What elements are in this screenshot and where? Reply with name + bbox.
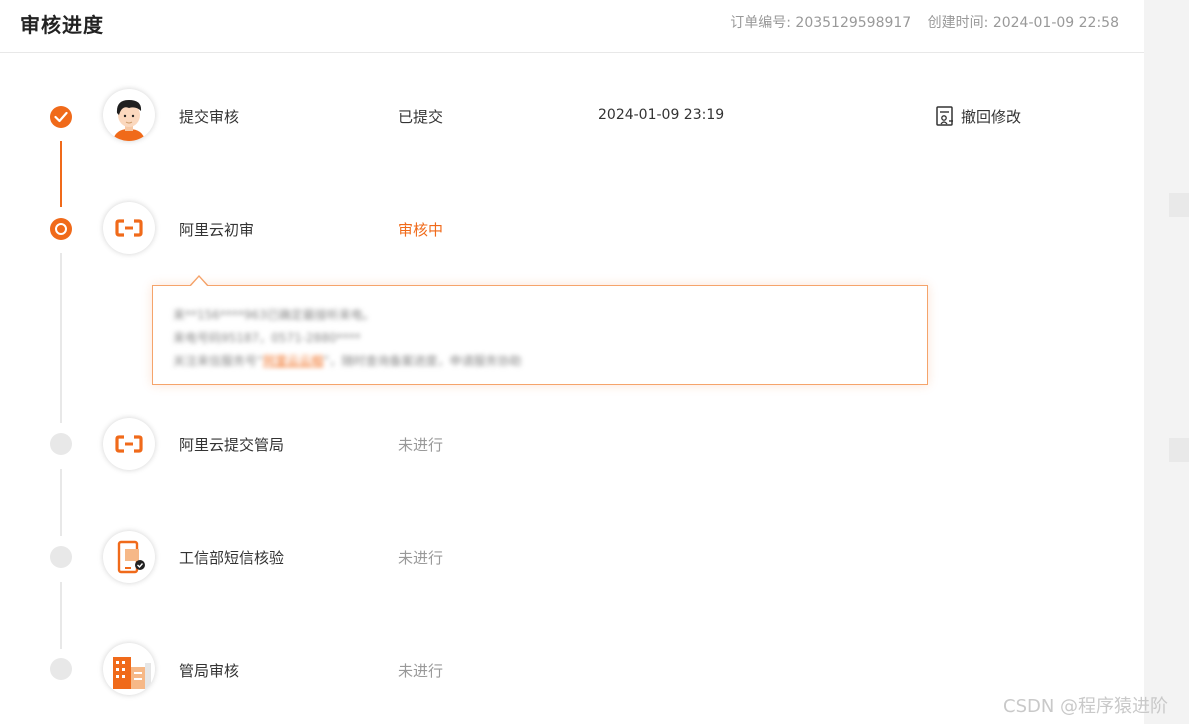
tooltip-line: 来**156****963已确定最接听来电。 — [173, 308, 375, 322]
aliyun-logo-icon — [103, 418, 155, 470]
step-name: 阿里云提交管局 — [179, 436, 285, 454]
scrollbar-segment — [1169, 438, 1189, 462]
step-name: 管局审核 — [179, 662, 240, 680]
tooltip-line: 来电号码95187，0571-2880**** — [173, 331, 361, 345]
step-status: 审核中 — [398, 221, 444, 239]
order-number: 订单编号: 2035129598917 — [730, 15, 912, 31]
step-pending-indicator-icon — [50, 546, 72, 568]
user-avatar-icon — [103, 89, 155, 141]
withdraw-edit-button[interactable]: 撤回修改 — [935, 105, 1021, 127]
tooltip-link[interactable]: 阿里云云相 — [263, 354, 323, 368]
step-name: 工信部短信核验 — [179, 549, 285, 567]
step-pending-indicator-icon — [50, 658, 72, 680]
timeline-connector — [60, 253, 62, 423]
withdraw-edit-label: 撤回修改 — [961, 107, 1022, 126]
order-meta: 订单编号: 2035129598917 创建时间: 2024-01-09 22:… — [730, 12, 1119, 32]
tooltip-arrow-inner — [190, 277, 208, 287]
step-time: 2024-01-09 23:19 — [598, 107, 725, 123]
page-title: 审核进度 — [20, 13, 104, 37]
review-tooltip: 来**156****963已确定最接听来电。 来电号码95187，0571-28… — [152, 285, 928, 385]
scrollbar-track[interactable] — [1144, 0, 1189, 724]
step-status: 未进行 — [398, 662, 444, 680]
step-status: 已提交 — [398, 108, 444, 126]
step-status: 未进行 — [398, 549, 444, 567]
timeline-connector-done — [60, 141, 62, 207]
tooltip-line: 关注来信服务号“阿里云云相”，随时查询备案进度，申请服务协助 — [173, 352, 521, 369]
withdraw-edit-icon — [936, 106, 953, 126]
step-done-check-icon — [50, 106, 72, 128]
timeline-connector — [60, 469, 62, 536]
scrollbar-segment — [1169, 193, 1189, 217]
step-current-indicator-icon — [50, 218, 72, 240]
timeline-connector — [60, 582, 62, 649]
building-icon — [103, 643, 155, 695]
step-name: 提交审核 — [179, 108, 240, 126]
page-header: 审核进度 订单编号: 2035129598917 创建时间: 2024-01-0… — [0, 0, 1144, 53]
tooltip-text: 关注来信服务号“ — [173, 354, 264, 368]
created-time: 创建时间: 2024-01-09 22:58 — [927, 15, 1119, 31]
step-status: 未进行 — [398, 436, 444, 454]
phone-verify-icon — [103, 531, 155, 583]
tooltip-text: ”，随时查询备案进度，申请服务协助 — [323, 354, 522, 368]
review-progress-panel: 审核进度 订单编号: 2035129598917 创建时间: 2024-01-0… — [0, 0, 1144, 724]
watermark: CSDN @程序猿进阶 — [1003, 696, 1169, 717]
step-pending-indicator-icon — [50, 433, 72, 455]
step-name: 阿里云初审 — [179, 221, 255, 239]
aliyun-logo-icon — [103, 202, 155, 254]
